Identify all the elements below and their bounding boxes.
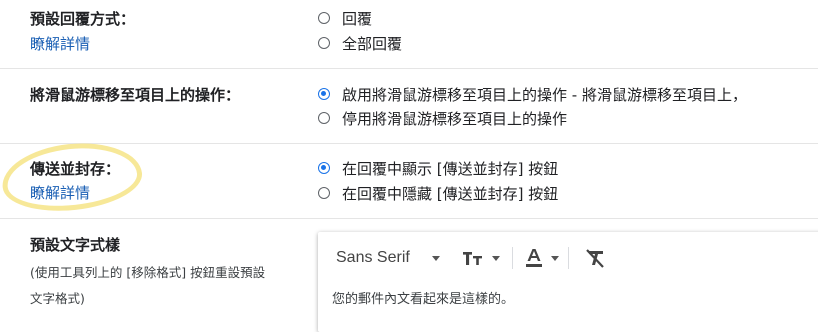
divider [0, 143, 818, 144]
text-size-icon [463, 252, 482, 265]
chevron-down-icon [492, 255, 500, 261]
reply-all-radio[interactable] [318, 37, 330, 49]
font-size-dropdown[interactable] [462, 246, 500, 270]
send-archive-label: 傳送並封存： [30, 160, 121, 178]
text-style-preview: 您的郵件內文看起來是這樣的。 [332, 292, 515, 307]
chevron-down-icon [431, 255, 440, 261]
default-text-style-label: 預設文字式樣 [30, 236, 121, 254]
reply-all-option[interactable]: 全部回覆 [318, 32, 402, 54]
divider [568, 247, 569, 269]
hover-actions-label: 將滑鼠游標移至項目上的操作： [30, 86, 241, 104]
font-family-dropdown[interactable]: Sans Serif [336, 246, 440, 270]
divider [0, 218, 818, 219]
reply-behavior-label: 預設回覆方式： [30, 10, 136, 28]
reply-learn-more-link[interactable]: 瞭解詳情 [30, 33, 90, 54]
hover-disable-radio[interactable] [318, 112, 330, 124]
text-style-editor: Sans Serif 您的郵件內文看起來是這樣的。 [318, 232, 818, 332]
text-style-help-2: 文字格式) [30, 291, 85, 306]
reply-all-option-label: 全部回覆 [342, 34, 403, 53]
chevron-down-icon [551, 255, 559, 261]
font-family-value: Sans Serif [336, 249, 410, 266]
reply-option-label: 回覆 [342, 9, 373, 28]
send-archive-show-option[interactable]: 在回覆中顯示 [傳送並封存] 按鈕 [318, 157, 558, 179]
divider [512, 247, 513, 269]
reply-option[interactable]: 回覆 [318, 7, 372, 29]
hover-enable-label: 啟用將滑鼠游標移至項目上的操作 - 將滑鼠游標移至項目上， [342, 85, 747, 104]
text-color-icon [526, 249, 542, 267]
send-archive-learn-more-link[interactable]: 瞭解詳情 [30, 182, 90, 203]
hover-enable-option[interactable]: 啟用將滑鼠游標移至項目上的操作 - 將滑鼠游標移至項目上， [318, 83, 747, 105]
send-archive-show-radio[interactable] [318, 162, 330, 174]
divider [0, 68, 818, 69]
hover-enable-radio[interactable] [318, 88, 330, 100]
reply-radio[interactable] [318, 12, 330, 24]
clear-format-icon [586, 249, 604, 268]
send-archive-hide-label: 在回覆中隱藏 [傳送並封存] 按鈕 [342, 184, 559, 203]
remove-formatting-button[interactable] [584, 246, 606, 270]
text-color-dropdown[interactable] [524, 246, 559, 270]
send-archive-show-label: 在回覆中顯示 [傳送並封存] 按鈕 [342, 159, 559, 178]
send-archive-hide-radio[interactable] [318, 187, 330, 199]
text-style-help: (使用工具列上的 [移除格式] 按鈕重設預設 [30, 265, 266, 280]
hover-disable-label: 停用將滑鼠游標移至項目上的操作 [342, 109, 568, 128]
send-archive-hide-option[interactable]: 在回覆中隱藏 [傳送並封存] 按鈕 [318, 182, 558, 204]
hover-disable-option[interactable]: 停用將滑鼠游標移至項目上的操作 [318, 107, 567, 129]
